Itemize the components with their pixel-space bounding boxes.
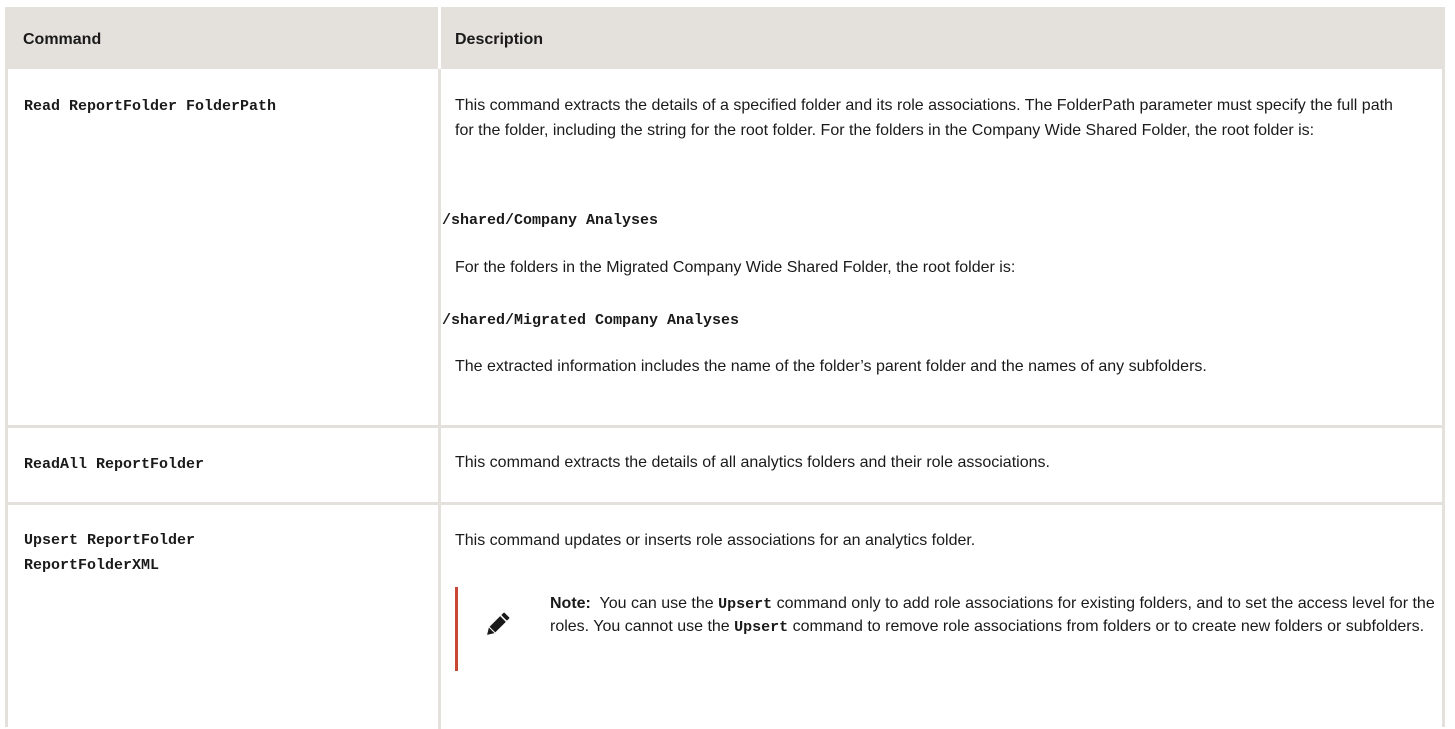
commands-table: Command Description Read ReportFolder Fo… <box>5 7 1445 729</box>
note-text-c: command to remove role associations from… <box>792 618 1425 635</box>
command-cell: Read ReportFolder FolderPath <box>24 98 277 115</box>
header-command-cell: Command <box>8 7 441 69</box>
note-label: Note: <box>550 595 591 612</box>
table-header: Command Description <box>8 7 1442 69</box>
code-path: /shared/Company Analyses <box>442 212 659 229</box>
column-divider <box>438 69 441 729</box>
description-para: For the folders in the Migrated Company … <box>455 259 1016 276</box>
note-code-upsert: Upsert <box>734 619 789 636</box>
code-path: /shared/Migrated Company Analyses <box>442 312 740 329</box>
description-para: The extracted information includes the n… <box>455 358 1207 375</box>
header-description: Description <box>455 31 544 48</box>
note-accent-bar <box>455 587 458 671</box>
description-para: This command extracts the details of all… <box>455 454 1050 471</box>
note-code-upsert: Upsert <box>718 596 773 613</box>
pencil-icon <box>482 610 512 640</box>
command-cell: ReadAll ReportFolder <box>24 456 205 473</box>
row-separator <box>8 425 1442 428</box>
note-text: Note: You can use the Upsert command onl… <box>550 593 1445 639</box>
description-para: This command updates or inserts role ass… <box>455 532 976 549</box>
header-command: Command <box>23 31 102 48</box>
row-separator <box>8 502 1442 505</box>
note-text-a: You can use the <box>599 595 714 612</box>
command-cell: Upsert ReportFolder ReportFolderXML <box>24 532 196 574</box>
description-para: This command extracts the details of a s… <box>455 97 1393 139</box>
